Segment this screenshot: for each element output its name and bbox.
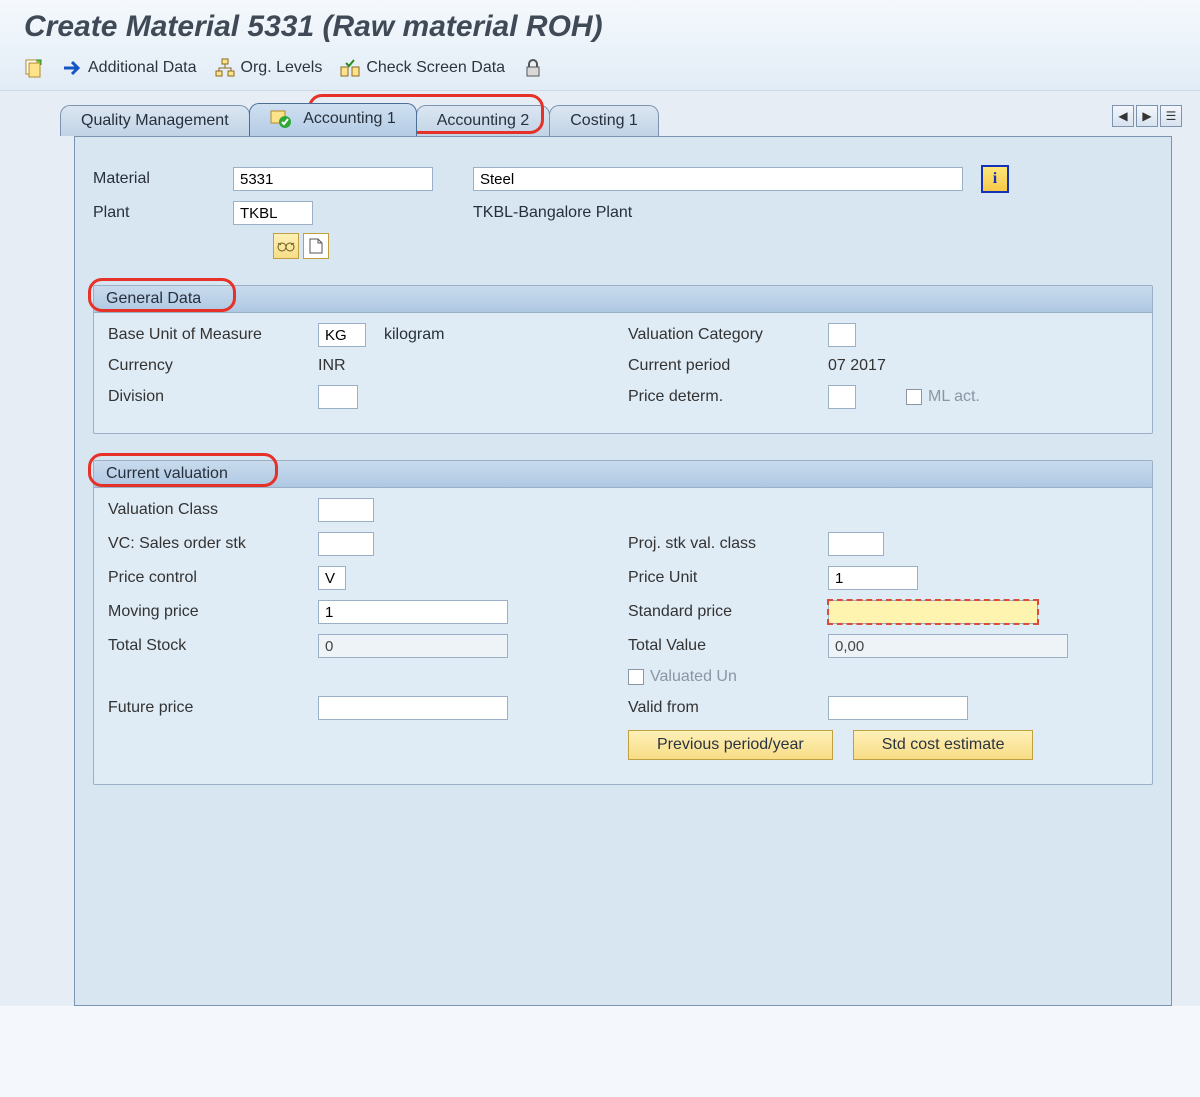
- currency-label: Currency: [108, 357, 318, 375]
- price-unit-input[interactable]: [828, 566, 918, 590]
- vc-sales-label: VC: Sales order stk: [108, 535, 318, 553]
- tab-scroll-right[interactable]: ▶: [1136, 105, 1158, 127]
- valuation-class-label: Valuation Class: [108, 501, 318, 519]
- glasses-icon: [277, 239, 295, 253]
- std-cost-estimate-button[interactable]: Std cost estimate: [853, 730, 1034, 760]
- price-control-input[interactable]: [318, 566, 346, 590]
- tab-label: Quality Management: [81, 112, 229, 129]
- hierarchy-icon: [215, 58, 235, 78]
- general-data-group: General Data Base Unit of Measure kilogr…: [93, 285, 1153, 434]
- current-period-value: 07 2017: [828, 357, 886, 375]
- ml-act-checkbox: ML act.: [906, 388, 980, 406]
- org-levels-button[interactable]: Org. Levels: [215, 58, 323, 78]
- total-value-input: [828, 634, 1068, 658]
- additional-data-button[interactable]: Additional Data: [62, 58, 197, 78]
- tab-scroll-left[interactable]: ◀: [1112, 105, 1134, 127]
- current-valuation-group: Current valuation Valuation Class VC: Sa…: [93, 460, 1153, 785]
- proj-stk-input[interactable]: [828, 532, 884, 556]
- app-toolbar: Additional Data Org. Levels Check Screen…: [24, 52, 1184, 86]
- division-label: Division: [108, 388, 318, 406]
- new-page-button[interactable]: [303, 233, 329, 259]
- additional-data-label: Additional Data: [88, 59, 197, 77]
- currency-value: INR: [318, 357, 346, 375]
- future-price-input[interactable]: [318, 696, 508, 720]
- active-tab-icon: [270, 110, 292, 128]
- page-title: Create Material 5331 (Raw material ROH): [24, 10, 1184, 44]
- material-input[interactable]: [233, 167, 433, 191]
- tab-label: Accounting 1: [303, 110, 396, 127]
- tab-list-button[interactable]: ☰: [1160, 105, 1182, 127]
- general-data-title: General Data: [94, 286, 1152, 313]
- plant-input[interactable]: [233, 201, 313, 225]
- total-value-label: Total Value: [628, 637, 828, 655]
- total-stock-input: [318, 634, 508, 658]
- page-plus-icon: [24, 58, 44, 78]
- page-icon: [309, 238, 323, 254]
- lock-button[interactable]: [523, 58, 543, 78]
- previous-period-button[interactable]: Previous period/year: [628, 730, 833, 760]
- org-levels-label: Org. Levels: [241, 59, 323, 77]
- valuation-category-input[interactable]: [828, 323, 856, 347]
- checkbox-icon: [906, 389, 922, 405]
- base-uom-input[interactable]: [318, 323, 366, 347]
- check-screen-label: Check Screen Data: [366, 59, 505, 77]
- valid-from-input[interactable]: [828, 696, 968, 720]
- price-determ-label: Price determ.: [628, 388, 828, 406]
- ml-act-label: ML act.: [928, 388, 980, 406]
- tab-strip: Quality Management Accounting 1 Accounti…: [60, 103, 1186, 136]
- current-valuation-title: Current valuation: [94, 461, 1152, 488]
- plant-label: Plant: [93, 204, 233, 222]
- valid-from-label: Valid from: [628, 699, 828, 717]
- tab-accounting-2[interactable]: Accounting 2: [416, 105, 551, 136]
- moving-price-label: Moving price: [108, 603, 318, 621]
- future-price-label: Future price: [108, 699, 318, 717]
- checkbox-icon: [628, 669, 644, 685]
- total-stock-label: Total Stock: [108, 637, 318, 655]
- vc-sales-input[interactable]: [318, 532, 374, 556]
- price-unit-label: Price Unit: [628, 569, 828, 587]
- plant-description: TKBL-Bangalore Plant: [473, 204, 632, 222]
- base-uom-label: Base Unit of Measure: [108, 326, 318, 344]
- valuated-un-checkbox: Valuated Un: [628, 668, 737, 686]
- content-panel: Material i Plant TKBL-Bangalore Plant Ge…: [74, 136, 1172, 1006]
- base-uom-desc: kilogram: [384, 326, 444, 344]
- check-data-icon: [340, 58, 360, 78]
- arrow-right-icon: [62, 58, 82, 78]
- info-button[interactable]: i: [981, 165, 1009, 193]
- lock-icon: [523, 58, 543, 78]
- tab-accounting-1[interactable]: Accounting 1: [249, 103, 417, 136]
- tab-quality-management[interactable]: Quality Management: [60, 105, 250, 136]
- valuated-un-label: Valuated Un: [650, 668, 737, 686]
- standard-price-label: Standard price: [628, 603, 828, 621]
- price-control-label: Price control: [108, 569, 318, 587]
- tab-label: Accounting 2: [437, 112, 530, 129]
- check-screen-button[interactable]: Check Screen Data: [340, 58, 505, 78]
- tab-label: Costing 1: [570, 112, 638, 129]
- valuation-class-input[interactable]: [318, 498, 374, 522]
- moving-price-input[interactable]: [318, 600, 508, 624]
- toolbar-icon-button[interactable]: [24, 58, 44, 78]
- tab-costing-1[interactable]: Costing 1: [549, 105, 659, 136]
- valuation-category-label: Valuation Category: [628, 326, 828, 344]
- material-label: Material: [93, 170, 233, 188]
- division-input[interactable]: [318, 385, 358, 409]
- standard-price-input[interactable]: [828, 600, 1038, 624]
- current-period-label: Current period: [628, 357, 828, 375]
- price-determ-input[interactable]: [828, 385, 856, 409]
- glasses-button[interactable]: [273, 233, 299, 259]
- proj-stk-label: Proj. stk val. class: [628, 535, 828, 553]
- material-description-input[interactable]: [473, 167, 963, 191]
